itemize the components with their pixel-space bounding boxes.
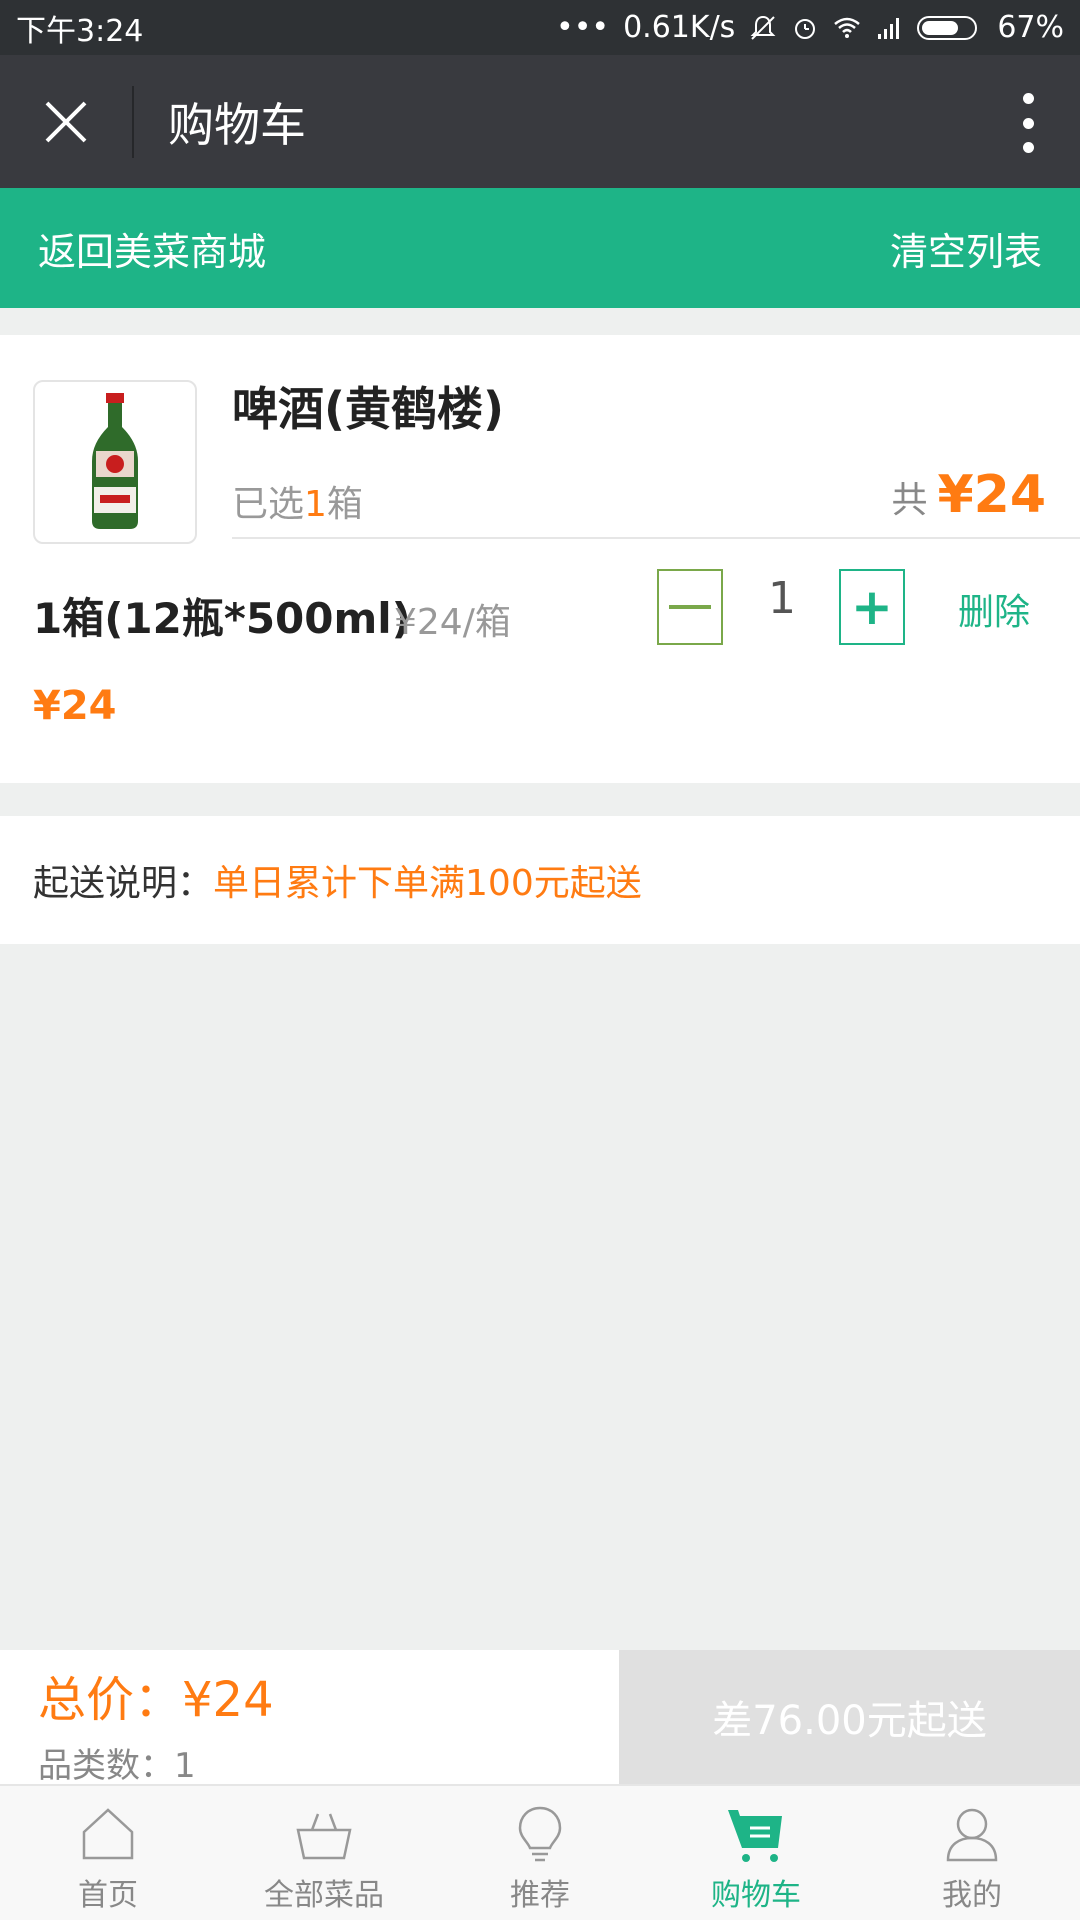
more-dots-icon: •••	[556, 10, 610, 45]
delivery-notice: 起送说明： 单日累计下单满100元起送	[0, 816, 1080, 944]
order-summary: 总价：¥24 品类数：1 差76.00元起送	[0, 1650, 1080, 1787]
clear-list-button[interactable]: 清空列表	[890, 221, 1042, 276]
battery-icon	[917, 15, 978, 40]
minus-icon	[669, 605, 711, 609]
more-dot	[1022, 117, 1034, 129]
tab-all-products[interactable]: 全部菜品	[216, 1786, 432, 1920]
product-name: 啤酒(黄鹤楼)	[232, 382, 505, 436]
action-bar: 返回美菜商城 清空列表	[0, 188, 1080, 308]
tab-mine[interactable]: 我的	[864, 1786, 1080, 1920]
selected-summary: 已选1箱	[232, 475, 363, 527]
tab-recommend[interactable]: 推荐	[432, 1786, 648, 1920]
tab-cart[interactable]: 购物车	[648, 1786, 864, 1920]
tab-label: 首页	[78, 1878, 138, 1913]
checkout-button[interactable]: 差76.00元起送	[619, 1650, 1080, 1784]
status-time: 下午3:24	[16, 13, 144, 49]
page-title: 购物车	[168, 97, 306, 152]
unit-price: ¥24/箱	[394, 602, 511, 643]
battery-percent: 67%	[997, 10, 1064, 45]
plus-icon: +	[851, 578, 893, 636]
wifi-icon	[834, 17, 861, 38]
cart-item: 啤酒(黄鹤楼) 已选1箱 共 ¥24 1箱(12瓶*500ml) ¥24/箱 1…	[0, 335, 1080, 783]
item-total: 共 ¥24	[891, 465, 1046, 525]
close-button[interactable]	[0, 55, 132, 188]
status-icons: ••• 0.61K/s 67%	[556, 10, 1064, 45]
tab-bar: 首页 全部菜品 推荐 购物车 我的	[0, 1784, 1080, 1920]
alarm-icon	[795, 18, 816, 39]
tab-label: 我的	[942, 1878, 1002, 1913]
summary-count: 品类数：1	[38, 1746, 196, 1786]
more-dot	[1022, 142, 1034, 153]
network-speed: 0.61K/s	[623, 10, 736, 45]
product-spec: 1箱(12瓶*500ml)	[33, 594, 411, 643]
nav-bar: 购物车	[0, 55, 1080, 188]
quantity-value: 1	[768, 573, 796, 624]
delivery-notice-text: 单日累计下单满100元起送	[213, 863, 642, 904]
selected-count: 1	[304, 484, 327, 525]
product-image[interactable]	[33, 380, 197, 544]
tab-label: 推荐	[510, 1878, 570, 1913]
home-icon	[82, 1808, 134, 1860]
basket-icon	[296, 1813, 352, 1860]
more-menu-button[interactable]	[1016, 93, 1040, 153]
status-bar: 下午3:24 ••• 0.61K/s 67%	[0, 0, 1080, 55]
signal-icon	[878, 17, 900, 39]
selected-unit: 箱	[326, 484, 363, 525]
nav-divider	[132, 85, 134, 158]
cart-icon	[728, 1810, 782, 1862]
summary-total: 总价：¥24	[38, 1672, 274, 1728]
item-total-label: 共	[891, 480, 928, 521]
user-icon	[946, 1808, 998, 1862]
mute-bell-icon	[750, 15, 776, 40]
increase-quantity-button[interactable]: +	[839, 569, 905, 645]
item-total-value: ¥24	[937, 465, 1046, 525]
selected-prefix: 已选	[232, 484, 305, 525]
delete-button[interactable]: 删除	[958, 583, 1030, 635]
more-dot	[1022, 93, 1034, 104]
beer-bottle-icon	[92, 393, 138, 529]
summary-left: 总价：¥24 品类数：1	[38, 1660, 274, 1787]
line-price: ¥24	[33, 683, 117, 729]
delivery-notice-label: 起送说明：	[33, 863, 214, 904]
tab-label: 购物车	[711, 1878, 801, 1913]
tab-home[interactable]: 首页	[0, 1786, 216, 1920]
close-icon	[45, 101, 87, 142]
back-to-store-link[interactable]: 返回美菜商城	[38, 221, 266, 276]
tab-label: 全部菜品	[264, 1878, 384, 1913]
decrease-quantity-button[interactable]	[657, 569, 723, 645]
lightbulb-icon	[518, 1806, 562, 1862]
divider	[232, 537, 1080, 539]
